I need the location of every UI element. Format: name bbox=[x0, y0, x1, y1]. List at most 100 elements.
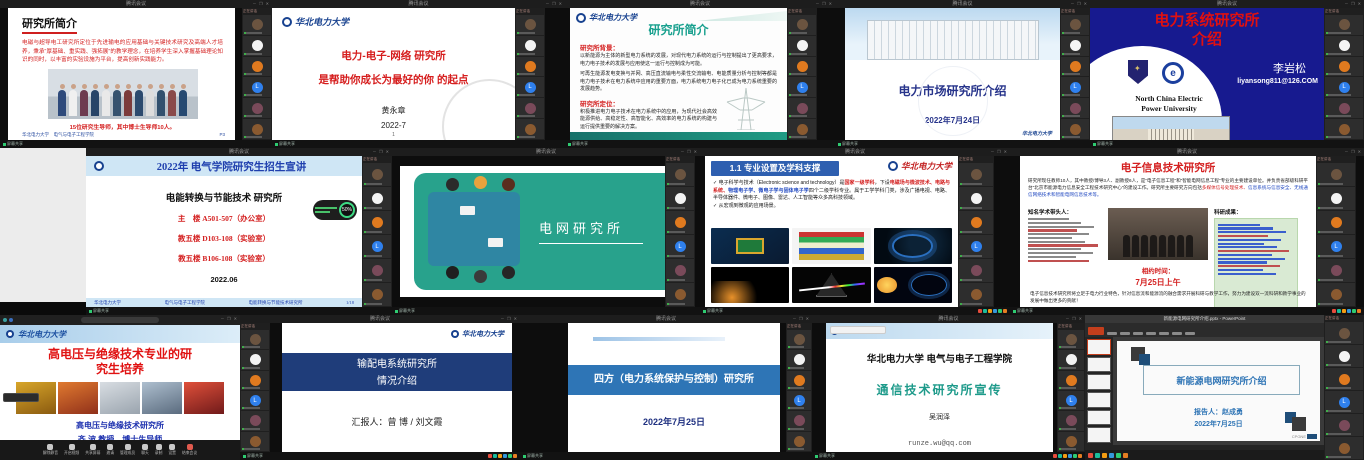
ppt-thumbnail[interactable] bbox=[1087, 357, 1111, 373]
ppt-thumbnail[interactable] bbox=[1087, 410, 1111, 426]
participant-tile[interactable] bbox=[516, 119, 544, 139]
taskbar-app-icon[interactable] bbox=[1058, 454, 1062, 458]
participant-tile[interactable] bbox=[1325, 119, 1363, 139]
window-controls[interactable]: ─ ❐ ✕ bbox=[1345, 0, 1362, 8]
window-titlebar[interactable]: 腾讯会议─ ❐ ✕ bbox=[835, 0, 1090, 8]
participant-tile[interactable] bbox=[787, 330, 811, 349]
participant-tile[interactable]: L bbox=[1061, 77, 1089, 97]
taskbar-app-icon[interactable] bbox=[983, 309, 987, 313]
window-titlebar[interactable]: 腾讯会议─ ❐ ✕ bbox=[240, 315, 520, 323]
taskbar-icons[interactable] bbox=[1332, 309, 1361, 313]
participant-tile[interactable] bbox=[1058, 371, 1084, 390]
participant-tile[interactable] bbox=[787, 371, 811, 390]
taskbar-app-icon[interactable] bbox=[1053, 454, 1057, 458]
participant-tile[interactable] bbox=[1061, 119, 1089, 139]
participant-tile[interactable] bbox=[666, 163, 694, 186]
taskbar-app-icon[interactable] bbox=[1095, 453, 1100, 458]
participant-tile[interactable] bbox=[959, 283, 993, 306]
window-titlebar[interactable]: 腾讯会议─ ❐ ✕ bbox=[1010, 148, 1364, 156]
taskbar-app-icon[interactable] bbox=[1347, 309, 1351, 313]
taskbar-app-icon[interactable] bbox=[488, 454, 492, 458]
ppt-titlebar[interactable]: 新能源电网研究所介绍.pptx - PowerPoint bbox=[1085, 315, 1324, 323]
participant-tile[interactable] bbox=[243, 15, 271, 35]
participant-tile[interactable] bbox=[959, 211, 993, 234]
participant-tile[interactable] bbox=[1317, 163, 1355, 186]
taskbar-app-icon[interactable] bbox=[1078, 454, 1082, 458]
participant-tile[interactable]: L bbox=[1317, 235, 1355, 258]
taskbar-app-icon[interactable] bbox=[493, 454, 497, 458]
window-controls[interactable]: ─ ❐ ✕ bbox=[1345, 148, 1362, 156]
participant-tile[interactable] bbox=[243, 36, 271, 56]
taskbar-icons[interactable] bbox=[488, 454, 517, 458]
participant-tile[interactable] bbox=[1061, 57, 1089, 77]
window-controls[interactable]: ─ ❐ ✕ bbox=[253, 0, 270, 8]
participant-tile[interactable] bbox=[788, 98, 816, 118]
participant-tile[interactable] bbox=[788, 119, 816, 139]
window-titlebar[interactable]: 腾讯会议─ ❐ ✕ bbox=[1090, 0, 1364, 8]
toolbar-members[interactable]: 管理成员 bbox=[120, 444, 135, 456]
taskbar-app-icon[interactable] bbox=[1357, 309, 1361, 313]
window-controls[interactable]: ─ ❐ ✕ bbox=[681, 148, 698, 156]
toolbar-chat[interactable]: 聊天 bbox=[141, 444, 149, 456]
participant-tile[interactable] bbox=[1325, 345, 1363, 367]
taskbar-app-icon[interactable] bbox=[1063, 454, 1067, 458]
ppt-thumbnail[interactable] bbox=[1087, 392, 1111, 408]
participant-tile[interactable] bbox=[1317, 211, 1355, 234]
participant-tile[interactable] bbox=[787, 411, 811, 430]
participant-tile[interactable] bbox=[241, 371, 269, 390]
taskbar-app-icon[interactable] bbox=[1342, 309, 1346, 313]
participant-tile[interactable] bbox=[666, 283, 694, 306]
window-controls[interactable]: ─ ❐ ✕ bbox=[546, 0, 563, 8]
toolbar-record[interactable]: 录制 bbox=[155, 444, 163, 456]
participant-tile[interactable]: L bbox=[788, 77, 816, 97]
network-gauge-overlay[interactable]: 50% bbox=[313, 200, 357, 220]
participant-tile[interactable]: L bbox=[241, 391, 269, 410]
taskbar-app-icon[interactable] bbox=[1123, 453, 1128, 458]
taskbar-app-icon[interactable] bbox=[978, 309, 982, 313]
participant-tile[interactable] bbox=[788, 57, 816, 77]
participant-tile[interactable] bbox=[1325, 368, 1363, 390]
participant-tile[interactable] bbox=[1325, 437, 1363, 459]
window-controls[interactable]: ─ ❐ ✕ bbox=[221, 315, 238, 323]
participant-tile[interactable] bbox=[1058, 330, 1084, 349]
participant-tile[interactable] bbox=[1325, 57, 1363, 77]
participant-tile[interactable] bbox=[1061, 98, 1089, 118]
window-controls[interactable]: ─ ❐ ✕ bbox=[816, 0, 833, 8]
taskbar-app-icon[interactable] bbox=[1003, 309, 1007, 313]
participant-tile[interactable] bbox=[363, 163, 391, 186]
window-titlebar[interactable]: 腾讯会议─ ❐ ✕ bbox=[565, 0, 835, 8]
taskbar-app-icon[interactable] bbox=[1068, 454, 1072, 458]
taskbar-app-icon[interactable] bbox=[998, 309, 1002, 313]
participant-tile[interactable] bbox=[516, 36, 544, 56]
participant-tile[interactable] bbox=[959, 187, 993, 210]
participant-tile[interactable] bbox=[1317, 187, 1355, 210]
participant-tile[interactable]: L bbox=[666, 235, 694, 258]
presenter-toolbar[interactable] bbox=[830, 326, 886, 334]
participant-tile[interactable] bbox=[516, 98, 544, 118]
participant-tile[interactable] bbox=[1317, 283, 1355, 306]
window-titlebar[interactable]: 腾讯会议─ ❐ ✕ bbox=[0, 0, 272, 8]
taskbar-icons[interactable] bbox=[978, 309, 1007, 313]
taskbar-app-icon[interactable] bbox=[508, 454, 512, 458]
window-controls[interactable]: ─ ❐ ✕ bbox=[991, 148, 1008, 156]
participant-tile[interactable]: L bbox=[1325, 391, 1363, 413]
participant-tile[interactable]: L bbox=[363, 235, 391, 258]
participant-tile[interactable]: L bbox=[243, 77, 271, 97]
window-titlebar[interactable]: ─ ❐ ✕ bbox=[0, 315, 240, 325]
participant-tile[interactable] bbox=[241, 432, 269, 451]
ppt-file-tab[interactable] bbox=[1088, 327, 1104, 335]
os-taskbar[interactable] bbox=[1085, 450, 1324, 460]
participant-tile[interactable] bbox=[1058, 411, 1084, 430]
participant-tile[interactable] bbox=[959, 259, 993, 282]
window-titlebar[interactable]: 腾讯会议─ ❐ ✕ bbox=[812, 315, 1085, 323]
window-buttons[interactable] bbox=[3, 318, 13, 322]
taskbar-icons[interactable] bbox=[1053, 454, 1082, 458]
window-titlebar[interactable]: 腾讯会议─ ❐ ✕ bbox=[86, 148, 392, 156]
taskbar-app-icon[interactable] bbox=[513, 454, 517, 458]
window-controls[interactable]: ─ ❐ ✕ bbox=[501, 315, 518, 323]
participant-tile[interactable] bbox=[787, 432, 811, 451]
window-controls[interactable]: ─ ❐ ✕ bbox=[793, 315, 810, 323]
participant-tile[interactable] bbox=[516, 57, 544, 77]
participant-tile[interactable] bbox=[363, 187, 391, 210]
toolbar-invite[interactable]: 邀请 bbox=[106, 444, 114, 456]
